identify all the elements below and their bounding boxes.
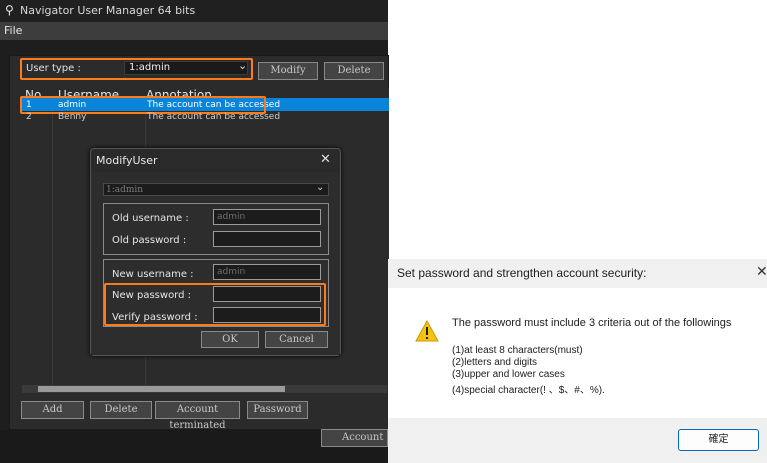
criteria-item: (4)special character(! 、$、#、%).	[452, 385, 605, 396]
new-username-label: New username :	[112, 269, 194, 280]
confirm-button[interactable]: 確定	[678, 429, 759, 451]
add-button[interactable]: Add	[21, 401, 84, 419]
row-no: 2	[26, 112, 32, 122]
password-fields-highlight	[104, 283, 326, 326]
security-dialog-title: Set password and strengthen account secu…	[397, 266, 647, 280]
menu-bar: File	[0, 22, 388, 40]
column-divider	[52, 98, 53, 388]
security-message: The password must include 3 criteria out…	[452, 317, 732, 329]
scrollbar-thumb[interactable]	[38, 386, 285, 392]
criteria-item: (1)at least 8 characters(must)	[452, 345, 583, 356]
user-select[interactable]: 1:admin	[103, 183, 329, 196]
dialog-title: ModifyUser	[96, 154, 158, 167]
user-icon: ⚲	[5, 3, 14, 17]
user-type-highlight	[20, 58, 253, 80]
criteria-item: (3)upper and lower cases	[452, 369, 565, 380]
account-terminated-button[interactable]: Account terminated	[155, 401, 240, 431]
old-password-label: Old password :	[112, 235, 187, 246]
delete-top-button[interactable]: Delete	[324, 62, 384, 80]
account-button[interactable]: Account	[321, 429, 388, 447]
cancel-button[interactable]: Cancel	[265, 331, 328, 348]
ok-button[interactable]: OK	[201, 331, 259, 348]
chevron-down-icon[interactable]: ⌄	[316, 182, 324, 193]
delete-button[interactable]: Delete	[90, 401, 152, 419]
title-bar: ⚲ Navigator User Manager 64 bits	[0, 0, 388, 22]
old-username-label: Old username :	[112, 213, 189, 224]
row-username: Benny	[58, 112, 87, 122]
close-icon[interactable]: ✕	[756, 264, 767, 280]
old-username-field[interactable]: admin	[213, 209, 321, 225]
criteria-item: (2)letters and digits	[452, 357, 538, 368]
menu-file[interactable]: File	[4, 24, 22, 37]
close-icon[interactable]: ✕	[320, 152, 331, 167]
window-title: Navigator User Manager 64 bits	[20, 4, 196, 17]
row-annotation: The account can be accessed	[147, 112, 281, 122]
password-button[interactable]: Password	[247, 401, 308, 419]
warning-icon	[415, 319, 439, 342]
new-username-field[interactable]: admin	[213, 264, 321, 280]
old-password-field[interactable]	[213, 231, 321, 247]
modify-button[interactable]: Modify	[258, 62, 318, 80]
